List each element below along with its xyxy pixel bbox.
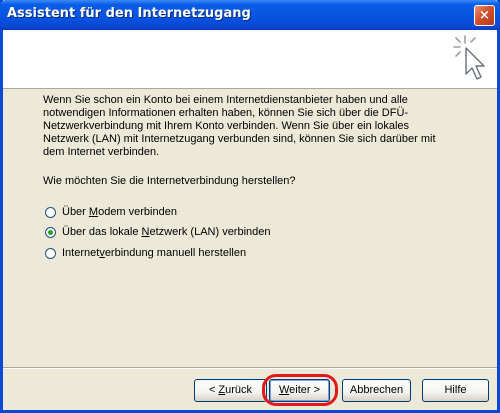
connection-question: Wie möchten Sie die Internetverbindung h… (43, 175, 296, 187)
next-button-highlight (262, 374, 338, 406)
modem-label[interactable]: Über Modem verbinden (62, 206, 177, 219)
modem-radio[interactable] (45, 207, 56, 218)
wizard-wand-cursor-icon (453, 35, 485, 80)
title-bar[interactable]: Assistent für den Internetzugang × (0, 0, 500, 30)
close-icon: × (479, 8, 490, 23)
intro-text: Wenn Sie schon ein Konto bei einem Inter… (43, 94, 436, 158)
back-button[interactable]: < Zurück (194, 379, 267, 402)
window-title: Assistent für den Internetzugang (7, 6, 251, 21)
wizard-window: Assistent für den Internetzugang × Wenn … (0, 0, 500, 413)
manual-label[interactable]: Internetverbindung manuell herstellen (62, 247, 246, 260)
lan-label[interactable]: Über das lokale Netzwerk (LAN) verbinden (62, 226, 271, 239)
header-panel (3, 30, 497, 89)
cancel-button[interactable]: Abbrechen (342, 379, 411, 402)
lan-radio[interactable] (45, 227, 56, 238)
manual-radio[interactable] (45, 248, 56, 259)
content-panel: Wenn Sie schon ein Konto bei einem Inter… (3, 89, 497, 367)
help-button[interactable]: Hilfe (422, 379, 489, 402)
close-button[interactable]: × (474, 5, 495, 26)
footer-divider (3, 367, 497, 369)
